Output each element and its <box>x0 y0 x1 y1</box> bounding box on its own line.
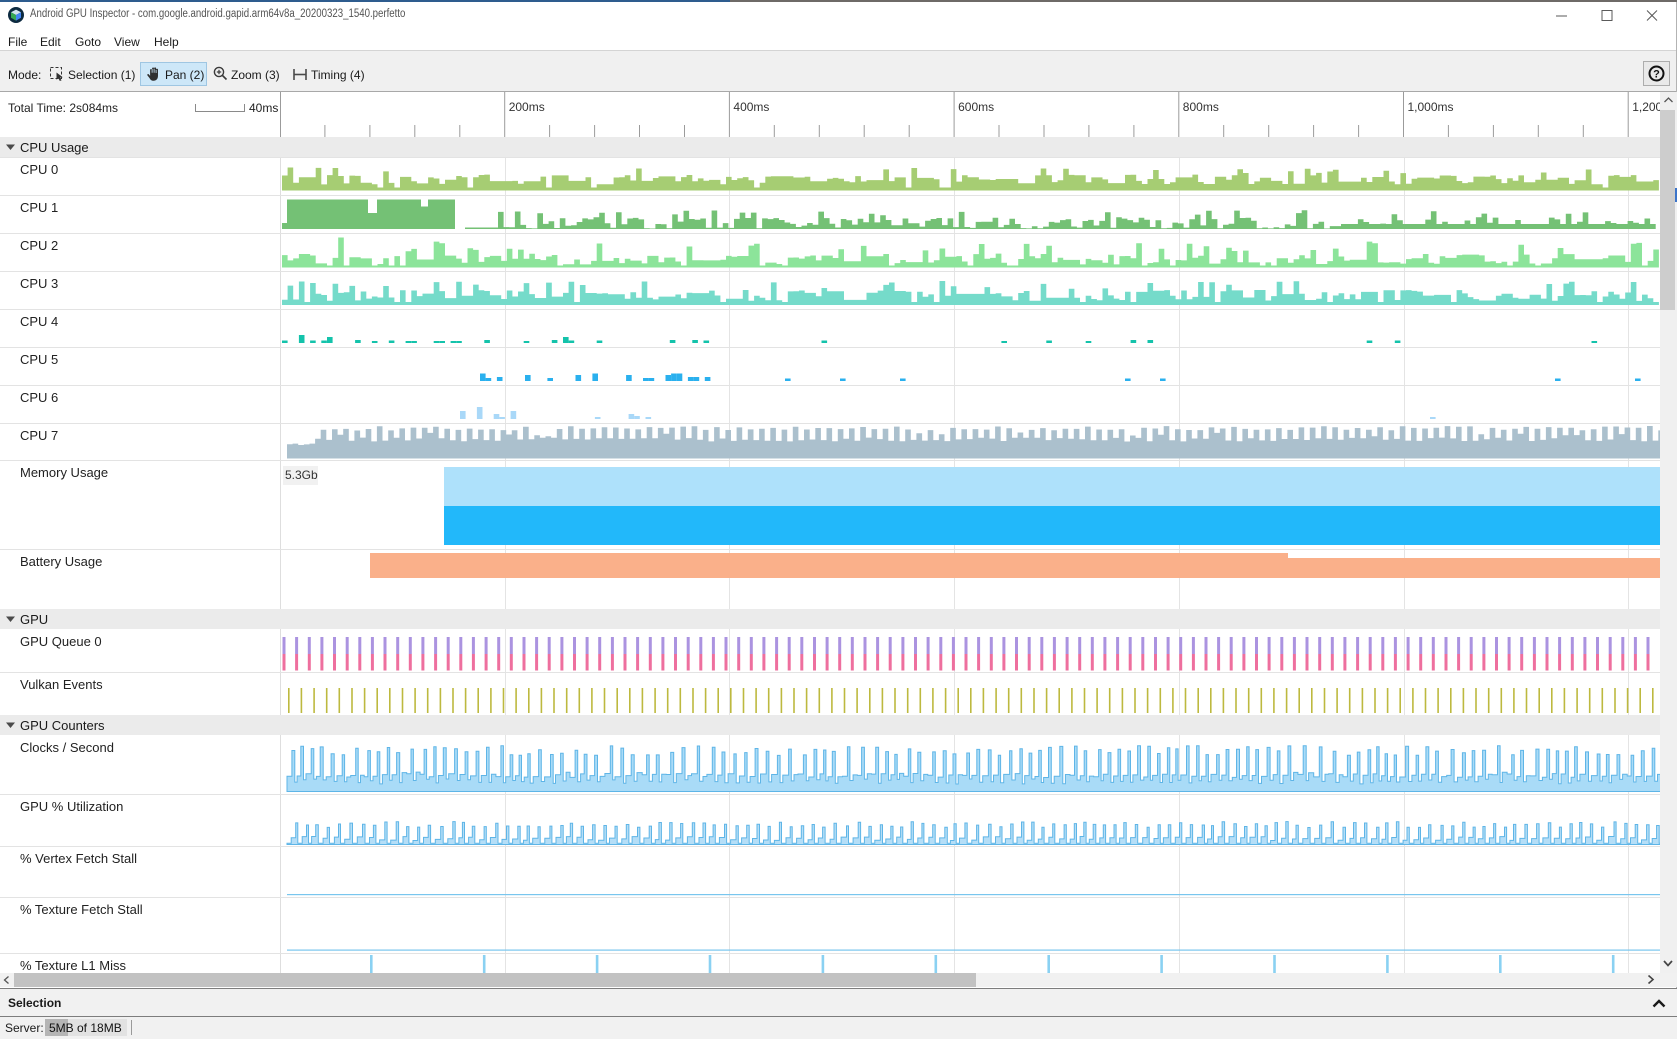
svg-text:400ms: 400ms <box>733 100 769 114</box>
svg-text:200ms: 200ms <box>509 100 545 114</box>
svg-text:1,000ms: 1,000ms <box>1408 100 1454 114</box>
svg-text:800ms: 800ms <box>1183 100 1219 114</box>
svg-text:600ms: 600ms <box>958 100 994 114</box>
svg-text:?: ? <box>1653 69 1660 81</box>
svg-text:1,200ms: 1,200ms <box>1632 100 1660 114</box>
